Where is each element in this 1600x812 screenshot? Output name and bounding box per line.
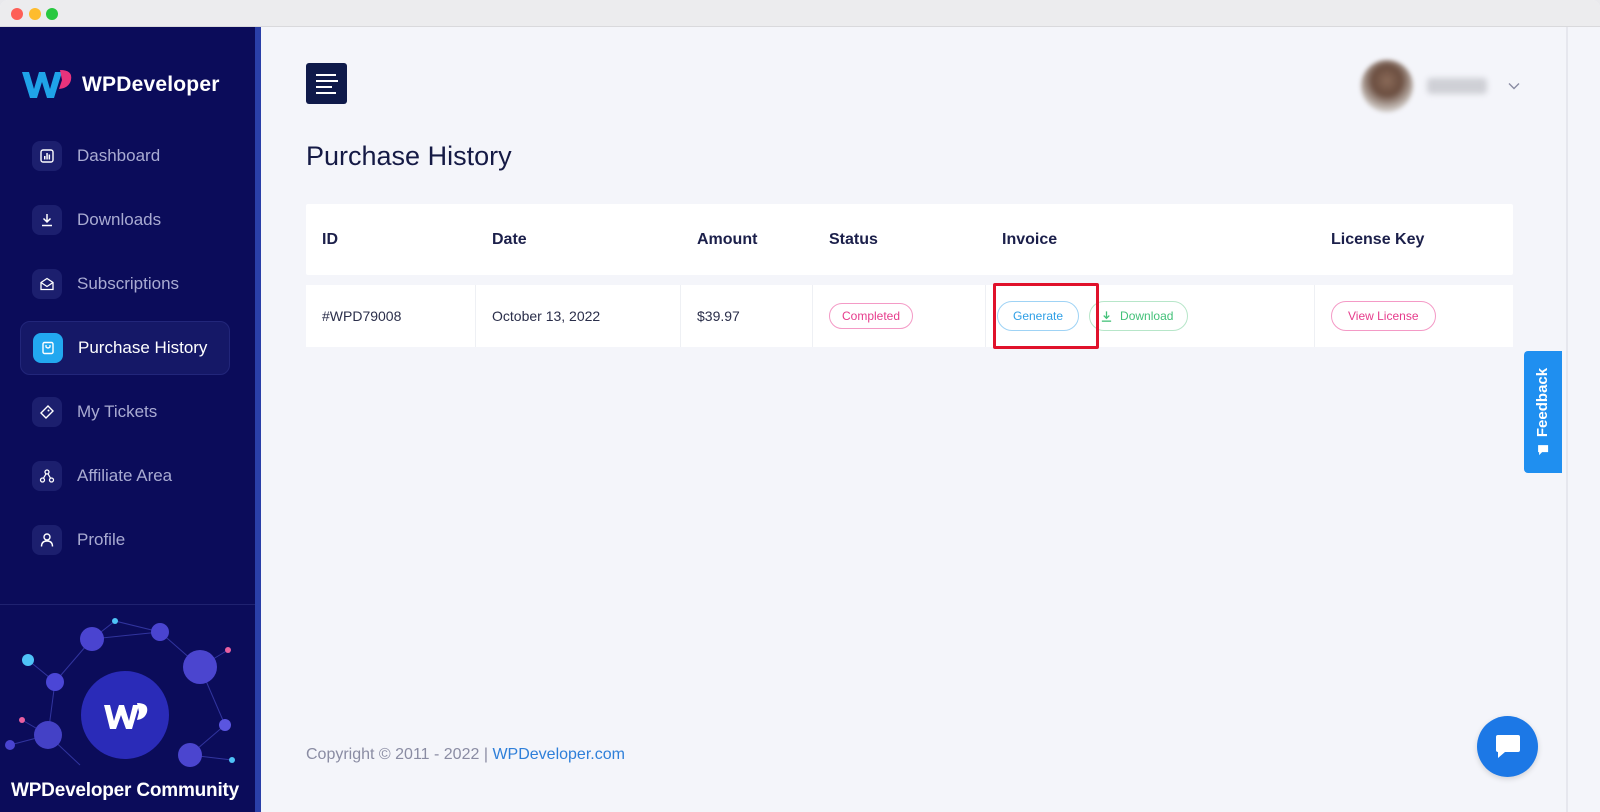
- sidebar: WPDeveloper Dashboard Downloads Subscrip…: [0, 27, 255, 812]
- ticket-icon: [32, 397, 62, 427]
- license-cell: View License: [1315, 285, 1513, 347]
- sidebar-item-affiliate-area[interactable]: Affiliate Area: [20, 449, 230, 503]
- status-badge: Completed: [829, 303, 914, 329]
- browser-window: WPDeveloper Dashboard Downloads Subscrip…: [0, 0, 1600, 812]
- hamburger-line: [316, 79, 338, 82]
- download-icon: [32, 205, 62, 235]
- wpdeveloper-logo-icon: [22, 70, 72, 98]
- feedback-label: Feedback: [1534, 367, 1552, 437]
- main-content: Purchase History ID Date Amount Status I…: [261, 27, 1566, 812]
- copyright-text: Copyright © 2011 - 2022 |: [306, 746, 488, 763]
- chart-icon: [32, 141, 62, 171]
- sidebar-item-profile[interactable]: Profile: [20, 513, 230, 567]
- maximize-window-button[interactable]: [46, 8, 58, 20]
- column-header-status: Status: [829, 230, 878, 248]
- user-name-blurred: [1427, 78, 1487, 94]
- network-icon: [32, 461, 62, 491]
- column-header-date: Date: [492, 230, 527, 248]
- sidebar-item-label: Subscriptions: [77, 274, 180, 293]
- chat-button[interactable]: [1477, 716, 1538, 777]
- sidebar-item-label: Profile: [77, 530, 126, 549]
- feedback-inner: Feedback: [1535, 367, 1552, 456]
- brand[interactable]: WPDeveloper: [20, 67, 220, 103]
- status-cell: Completed: [813, 285, 986, 347]
- sidebar-nav: Dashboard Downloads Subscriptions Purcha…: [20, 129, 230, 577]
- envelope-open-icon: [32, 269, 62, 299]
- chat-icon: [1495, 734, 1520, 758]
- download-icon: [1101, 310, 1112, 322]
- page-title: Purchase History: [306, 141, 512, 171]
- sidebar-item-label: Dashboard: [77, 146, 161, 165]
- sidebar-item-label: Purchase History: [78, 338, 208, 357]
- column-header-id: ID: [322, 230, 338, 248]
- column-header-amount: Amount: [697, 230, 758, 248]
- purchase-table: ID Date Amount Status Invoice License Ke…: [306, 204, 1513, 349]
- order-date: October 13, 2022: [476, 285, 681, 347]
- sidebar-item-label: My Tickets: [77, 402, 158, 421]
- close-window-button[interactable]: [11, 8, 23, 20]
- footer: Copyright © 2011 - 2022 | WPDeveloper.co…: [306, 746, 625, 764]
- sidebar-item-my-tickets[interactable]: My Tickets: [20, 385, 230, 439]
- hamburger-line: [316, 91, 336, 94]
- order-id: #WPD79008: [306, 285, 476, 347]
- sidebar-item-downloads[interactable]: Downloads: [20, 193, 230, 247]
- download-label: Download: [1120, 309, 1174, 323]
- feedback-tab[interactable]: Feedback: [1524, 351, 1562, 473]
- sidebar-item-label: Affiliate Area: [77, 466, 173, 485]
- column-header-license-key: License Key: [1331, 230, 1425, 248]
- table-row: #WPD79008 October 13, 2022 $39.97 Comple…: [306, 285, 1513, 347]
- sidebar-item-label: Downloads: [77, 210, 162, 229]
- user-icon: [32, 525, 62, 555]
- avatar: [1361, 60, 1413, 112]
- generate-highlight-box: [993, 283, 1099, 349]
- minimize-window-button[interactable]: [29, 8, 41, 20]
- footer-link[interactable]: WPDeveloper.com: [492, 746, 625, 763]
- sidebar-item-dashboard[interactable]: Dashboard: [20, 129, 230, 183]
- chevron-down-icon: [1508, 83, 1520, 90]
- scrollbar[interactable]: [1566, 27, 1568, 812]
- column-header-invoice: Invoice: [1002, 230, 1058, 248]
- sidebar-item-subscriptions[interactable]: Subscriptions: [20, 257, 230, 311]
- chat-bubble-icon: [1538, 444, 1549, 455]
- brand-name: WPDeveloper: [82, 73, 220, 96]
- hamburger-line: [316, 85, 332, 88]
- user-menu[interactable]: [1361, 57, 1521, 115]
- table-header: ID Date Amount Status Invoice License Ke…: [306, 204, 1513, 275]
- sidebar-item-purchase-history[interactable]: Purchase History: [20, 321, 230, 375]
- community-label: WPDeveloper Community: [10, 780, 240, 801]
- view-license-button[interactable]: View License: [1331, 301, 1436, 331]
- hamburger-line: [316, 73, 336, 76]
- title-bar: [0, 0, 1600, 27]
- download-invoice-button[interactable]: Download: [1089, 301, 1189, 331]
- bag-icon: [33, 333, 63, 363]
- menu-toggle-button[interactable]: [306, 63, 347, 104]
- order-amount: $39.97: [681, 285, 813, 347]
- community-banner[interactable]: WPDeveloper Community: [0, 605, 255, 812]
